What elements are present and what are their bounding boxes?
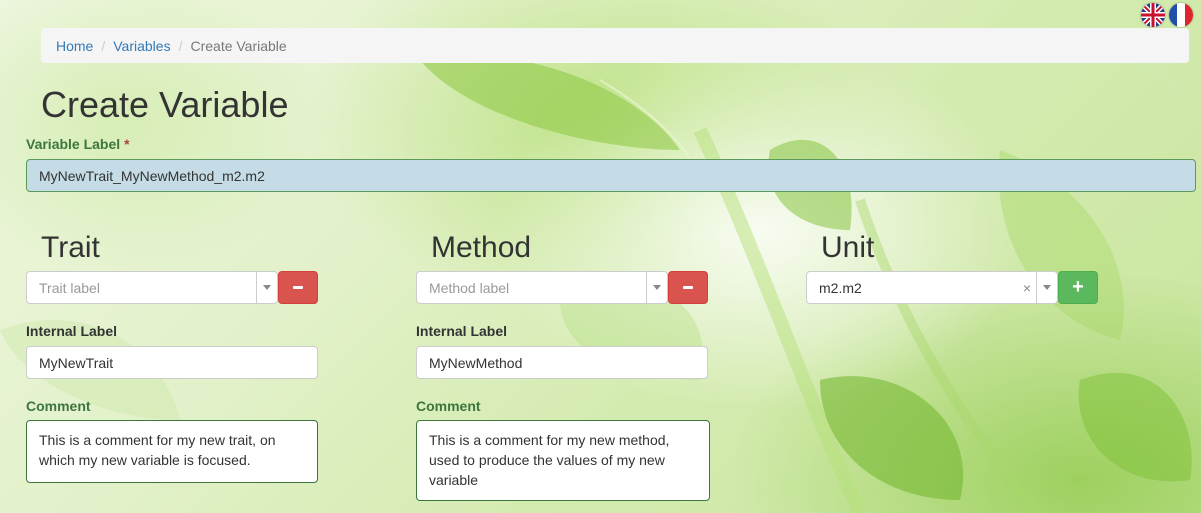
variable-label-text: Variable Label <box>26 136 121 152</box>
breadcrumb-variables-link[interactable]: Variables <box>113 38 170 54</box>
breadcrumb-separator: / <box>101 37 106 54</box>
plus-icon: + <box>1072 276 1084 298</box>
english-flag-icon[interactable] <box>1141 3 1165 27</box>
minus-icon <box>683 286 693 289</box>
trait-internal-label-caption: Internal Label <box>26 323 118 339</box>
unit-select[interactable]: m2.m2 × <box>806 271 1058 304</box>
breadcrumb-home-link[interactable]: Home <box>56 38 93 54</box>
remove-method-button[interactable] <box>668 271 708 304</box>
method-select-placeholder: Method label <box>429 279 510 296</box>
language-switcher <box>1141 3 1193 27</box>
trait-heading: Trait <box>41 231 100 264</box>
chevron-down-icon[interactable] <box>1036 272 1057 303</box>
unit-select-value: m2.m2 <box>819 279 862 296</box>
minus-icon <box>293 286 303 289</box>
method-internal-label-caption: Internal Label <box>416 323 508 339</box>
breadcrumb: Home / Variables / Create Variable <box>41 28 1189 63</box>
trait-comment-textarea[interactable]: This is a comment for my new trait, on w… <box>26 420 318 483</box>
method-heading: Method <box>431 231 532 264</box>
method-comment-caption: Comment <box>416 398 481 414</box>
trait-select-placeholder: Trait label <box>39 279 100 296</box>
method-comment-textarea[interactable]: This is a comment for my new method, use… <box>416 420 710 501</box>
breadcrumb-current: Create Variable <box>190 37 287 54</box>
french-flag-icon[interactable] <box>1169 3 1193 27</box>
variable-label-input[interactable]: MyNewTrait_MyNewMethod_m2.m2 <box>26 159 1196 192</box>
chevron-down-icon[interactable] <box>646 272 667 303</box>
trait-select[interactable]: Trait label <box>26 271 278 304</box>
trait-comment-caption: Comment <box>26 398 91 414</box>
breadcrumb-separator: / <box>178 37 183 54</box>
required-mark: * <box>124 136 130 152</box>
add-unit-button[interactable]: + <box>1058 271 1098 304</box>
remove-trait-button[interactable] <box>278 271 318 304</box>
method-internal-label-input[interactable]: MyNewMethod <box>416 346 708 379</box>
page-title: Create Variable <box>41 84 289 125</box>
trait-internal-label-input[interactable]: MyNewTrait <box>26 346 318 379</box>
variable-label-caption: Variable Label * <box>26 136 130 152</box>
method-select[interactable]: Method label <box>416 271 668 304</box>
clear-icon[interactable]: × <box>1018 280 1036 296</box>
unit-heading: Unit <box>821 231 875 264</box>
chevron-down-icon[interactable] <box>256 272 277 303</box>
